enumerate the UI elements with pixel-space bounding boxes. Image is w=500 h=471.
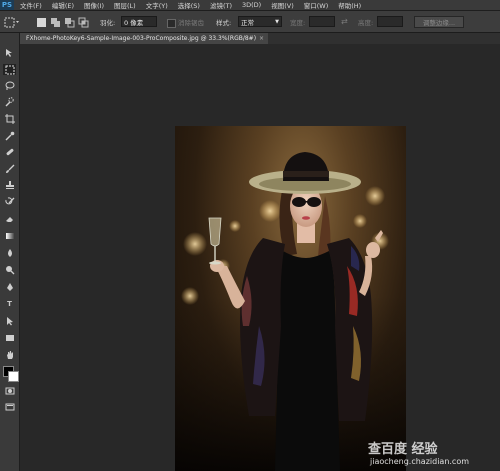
document-tab-title: FXhome-PhotoKey6-Sample-Image-003-ProCom… [26, 35, 257, 42]
eraser-icon [5, 216, 13, 222]
move-icon [5, 48, 12, 57]
dodge-icon [5, 265, 14, 274]
style-label: 样式: [216, 18, 232, 27]
brush-tool[interactable] [3, 163, 16, 174]
menu-help[interactable]: 帮助(H) [338, 0, 361, 10]
watermark-url: jiaocheng.chazidian.com [370, 457, 470, 466]
antialias-label: 消除锯齿 [178, 18, 204, 27]
intersect-selection-icon [78, 17, 89, 28]
watermark-logo: 查百度 经验 [368, 442, 438, 457]
crop-icon [4, 113, 15, 124]
subtract-selection-icon [65, 18, 75, 28]
close-icon[interactable]: × [259, 35, 264, 42]
photoshop-logo: PS [0, 0, 14, 10]
marquee-icon [5, 65, 14, 74]
style-value: 正常 [241, 18, 254, 27]
height-label: 高度: [358, 18, 374, 27]
new-selection-icon [37, 18, 46, 27]
quick-select-tool[interactable] [3, 96, 16, 107]
background-color-swatch[interactable] [8, 371, 19, 382]
eraser-tool[interactable] [3, 213, 16, 224]
new-selection-button[interactable] [36, 16, 47, 29]
add-selection-icon [51, 18, 60, 27]
hand-tool[interactable] [3, 349, 16, 360]
eyedropper-tool[interactable] [3, 130, 16, 141]
intersect-selection-button[interactable] [78, 16, 89, 29]
blur-icon [7, 248, 12, 257]
history-brush-tool[interactable] [3, 196, 16, 207]
menu-file[interactable]: 文件(F) [20, 0, 42, 10]
quick-mask-icon [5, 387, 14, 394]
swap-icon[interactable]: ⇄ [341, 15, 348, 28]
brush-icon [5, 164, 14, 173]
gradient-tool[interactable] [3, 230, 16, 241]
woman-portrait-image [175, 152, 406, 471]
menu-type[interactable]: 文字(Y) [146, 0, 168, 10]
history-brush-icon [4, 196, 14, 204]
menu-filter[interactable]: 滤镜(T) [210, 0, 232, 10]
menu-select[interactable]: 选择(S) [178, 0, 200, 10]
marquee-tool[interactable] [3, 64, 16, 75]
quick-mask-button[interactable] [3, 385, 16, 396]
shape-icon [5, 334, 14, 341]
pen-tool[interactable] [3, 281, 16, 292]
hand-icon [6, 350, 13, 359]
pen-icon [6, 282, 13, 291]
lasso-tool[interactable] [3, 80, 16, 91]
menu-edit[interactable]: 编辑(E) [52, 0, 74, 10]
feather-label: 羽化: [100, 18, 116, 27]
menu-bar: PS 文件(F) 编辑(E) 图像(I) 图层(L) 文字(Y) 选择(S) 滤… [0, 0, 500, 11]
width-input[interactable] [309, 16, 335, 27]
menu-3d[interactable]: 3D(D) [242, 1, 261, 9]
document-image[interactable] [175, 126, 406, 471]
width-label: 宽度: [290, 18, 306, 27]
path-select-icon [6, 316, 13, 325]
refine-edge-button[interactable]: 调整边缘... [414, 16, 464, 28]
menu-window[interactable]: 窗口(W) [304, 0, 329, 10]
blur-tool[interactable] [3, 247, 16, 258]
stamp-icon [5, 180, 14, 189]
lasso-icon [5, 81, 14, 90]
crop-tool[interactable] [3, 113, 16, 124]
menu-layer[interactable]: 图层(L) [114, 0, 136, 10]
document-tab[interactable]: FXhome-PhotoKey6-Sample-Image-003-ProCom… [20, 33, 269, 44]
screen-mode-icon [5, 403, 14, 410]
quick-select-icon [5, 96, 14, 106]
healing-tool[interactable] [3, 146, 16, 157]
tool-preset-picker[interactable] [4, 16, 22, 29]
stamp-tool[interactable] [3, 179, 16, 190]
feather-input[interactable]: 0 像素 [121, 16, 157, 27]
eyedropper-icon [5, 131, 14, 140]
gradient-icon [5, 232, 14, 239]
add-selection-button[interactable] [50, 16, 61, 29]
type-icon: T [7, 299, 12, 308]
checkbox-icon [167, 19, 176, 28]
options-bar: 羽化: 0 像素 消除锯齿 样式: 正常 ▼ 宽度: ⇄ 高度: 调整边缘... [0, 11, 500, 33]
marquee-preset-icon [4, 17, 19, 28]
document-tab-bar: FXhome-PhotoKey6-Sample-Image-003-ProCom… [20, 33, 500, 44]
path-select-tool[interactable] [3, 315, 16, 326]
dodge-tool[interactable] [3, 264, 16, 275]
move-tool[interactable] [3, 47, 16, 58]
height-input[interactable] [377, 16, 403, 27]
shape-tool[interactable] [3, 332, 16, 343]
healing-icon [6, 148, 13, 155]
subtract-selection-button[interactable] [64, 16, 75, 29]
screen-mode-button[interactable] [3, 401, 16, 412]
toolbox: T [0, 33, 20, 471]
antialias-checkbox[interactable] [167, 17, 176, 30]
menu-image[interactable]: 图像(I) [84, 0, 104, 10]
dropdown-arrow-icon: ▼ [275, 18, 279, 25]
style-select[interactable]: 正常 ▼ [238, 16, 282, 27]
menu-view[interactable]: 视图(V) [271, 0, 294, 10]
type-tool[interactable]: T [3, 298, 16, 309]
